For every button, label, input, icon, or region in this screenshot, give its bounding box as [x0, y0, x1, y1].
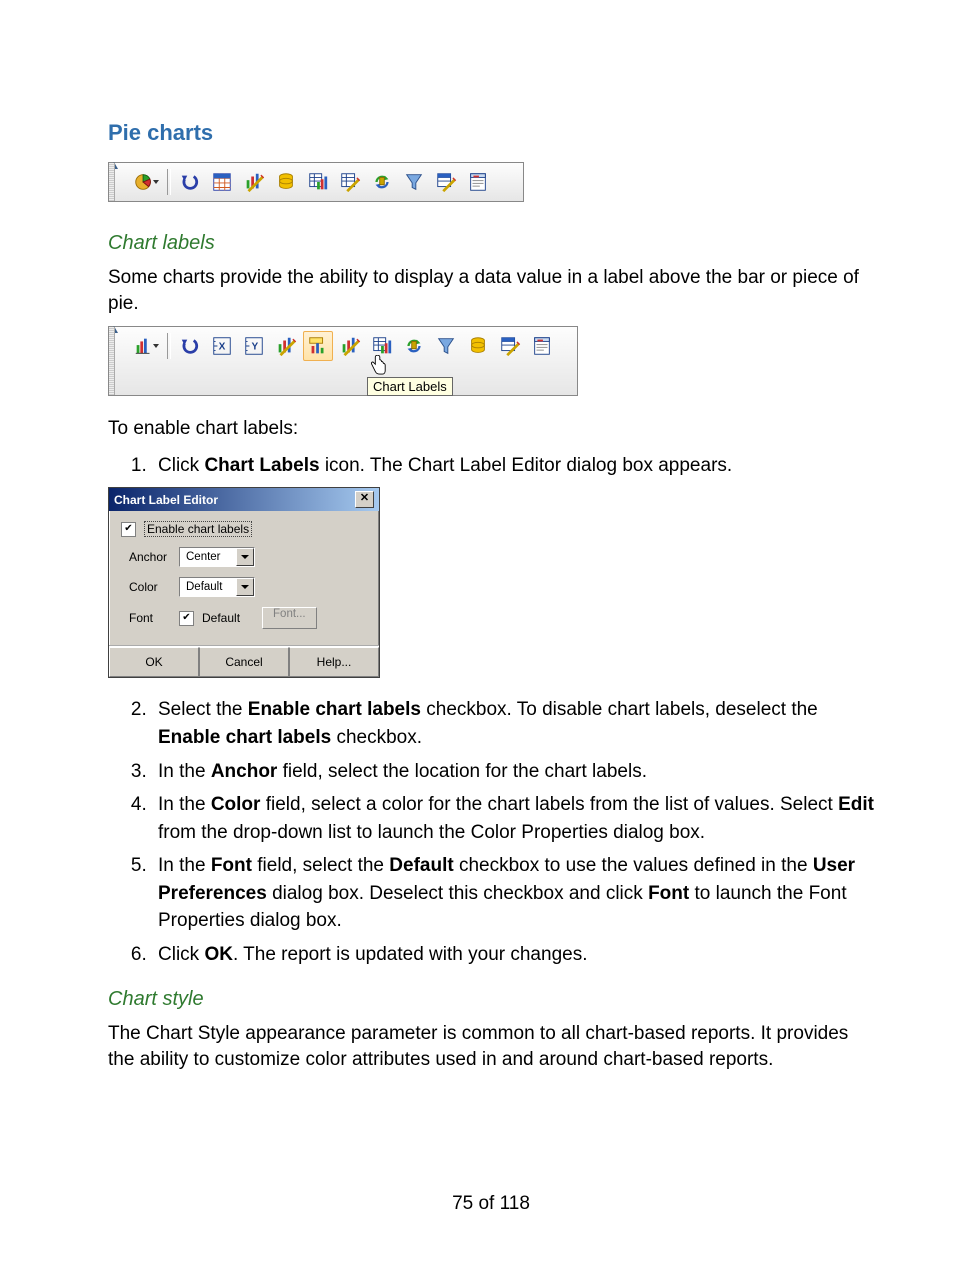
chart-style-text: The Chart Style appearance parameter is …	[108, 1021, 874, 1072]
cancel-button[interactable]: Cancel	[199, 647, 289, 677]
graph-edit2-icon[interactable]	[335, 331, 365, 361]
dialog-title: Chart Label Editor	[114, 493, 218, 507]
pie-chart-icon[interactable]	[125, 167, 163, 197]
chart-labels-heading: Chart labels	[108, 232, 874, 255]
filter-icon[interactable]	[431, 331, 461, 361]
enable-labels-intro: To enable chart labels:	[108, 416, 874, 442]
database-icon[interactable]	[271, 167, 301, 197]
table-grid-icon[interactable]	[207, 167, 237, 197]
chart-label-editor-dialog: Chart Label Editor ✕ ✔ Enable chart labe…	[108, 487, 380, 678]
font-default-label: Default	[202, 611, 240, 625]
page-layout-icon[interactable]	[463, 167, 493, 197]
font-label: Font	[129, 611, 171, 625]
chart-labels-icon[interactable]	[303, 331, 333, 361]
section-heading: Pie charts	[108, 120, 874, 146]
font-default-checkbox[interactable]: ✔	[179, 611, 194, 626]
undo-icon[interactable]	[175, 331, 205, 361]
refresh-icon[interactable]	[367, 167, 397, 197]
page-layout-icon[interactable]	[527, 331, 557, 361]
chart-labels-tooltip: Chart Labels	[367, 377, 453, 396]
graph-edit-icon[interactable]	[271, 331, 301, 361]
data-grid-icon[interactable]	[303, 167, 333, 197]
database-icon[interactable]	[463, 331, 493, 361]
table-edit-icon[interactable]	[495, 331, 525, 361]
separator	[167, 333, 171, 359]
step-6: Click OK. The report is updated with you…	[152, 941, 874, 969]
page-number: 75 of 118	[108, 1193, 874, 1215]
data-grid-icon[interactable]	[367, 331, 397, 361]
toolbar-grip-icon[interactable]	[109, 163, 115, 201]
step-5: In the Font field, select the Default ch…	[152, 852, 874, 935]
step-3: In the Anchor field, select the location…	[152, 758, 874, 786]
enable-chart-labels-label: Enable chart labels	[144, 521, 252, 537]
step-1: Click Chart Labels icon. The Chart Label…	[152, 452, 874, 480]
font-button[interactable]: Font...	[262, 607, 317, 629]
dropdown-icon[interactable]	[236, 578, 254, 596]
step-4: In the Color field, select a color for t…	[152, 791, 874, 846]
help-button[interactable]: Help...	[289, 647, 379, 677]
labels-toolbar: X Y	[108, 326, 578, 396]
step-2: Select the Enable chart labels checkbox.…	[152, 696, 874, 751]
filter-icon[interactable]	[399, 167, 429, 197]
dropdown-icon[interactable]	[236, 548, 254, 566]
graph-edit-icon[interactable]	[239, 167, 269, 197]
anchor-select[interactable]: Center	[179, 547, 255, 567]
bar-chart-icon[interactable]	[125, 331, 163, 361]
color-label: Color	[129, 580, 171, 594]
labels-intro-text: Some charts provide the ability to displ…	[108, 265, 874, 316]
pie-toolbar	[108, 162, 524, 202]
anchor-label: Anchor	[129, 550, 171, 564]
svg-text:X: X	[219, 342, 226, 353]
svg-text:Y: Y	[252, 342, 259, 353]
axis-x-icon[interactable]: X	[207, 331, 237, 361]
refresh-icon[interactable]	[399, 331, 429, 361]
separator	[167, 169, 171, 195]
axis-y-icon[interactable]: Y	[239, 331, 269, 361]
chart-style-heading: Chart style	[108, 988, 874, 1011]
undo-icon[interactable]	[175, 167, 205, 197]
close-icon[interactable]: ✕	[355, 491, 374, 508]
ok-button[interactable]: OK	[109, 647, 199, 677]
data-edit-icon[interactable]	[335, 167, 365, 197]
color-select[interactable]: Default	[179, 577, 255, 597]
toolbar-grip-icon[interactable]	[109, 327, 115, 395]
table-edit-icon[interactable]	[431, 167, 461, 197]
enable-chart-labels-checkbox[interactable]: ✔	[121, 522, 136, 537]
